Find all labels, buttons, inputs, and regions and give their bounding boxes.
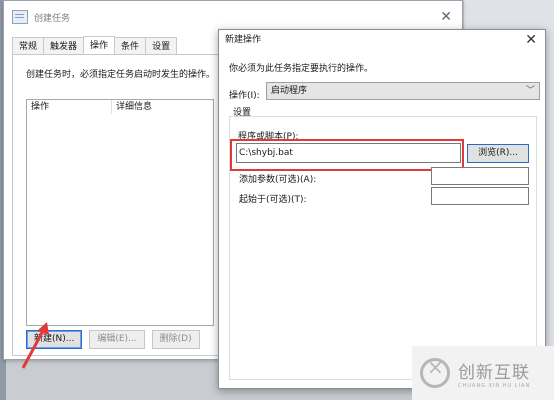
watermark-text: 创新互联 CHUANG XIN HU LIAN: [458, 358, 530, 389]
column-details[interactable]: 详细信息: [112, 100, 152, 114]
actions-list[interactable]: 操作 详细信息: [26, 99, 214, 326]
start-in-label: 起始于(可选)(T):: [239, 195, 307, 205]
arguments-input[interactable]: [431, 167, 529, 185]
operation-select-value: 启动程序: [271, 86, 308, 96]
close-icon[interactable]: ✕: [440, 9, 452, 25]
red-arrow-annotation: [21, 322, 49, 369]
dialog-description: 你必须为此任务指定要执行的操作。: [229, 64, 374, 74]
actions-description: 创建任务时，必须指定任务启动时发生的操作。: [26, 70, 216, 80]
edit-action-button[interactable]: 编辑(E)...: [89, 330, 145, 349]
program-script-input[interactable]: C:\shybj.bat: [236, 143, 461, 163]
dialog-close-icon[interactable]: ✕: [525, 32, 537, 48]
start-in-input[interactable]: [431, 187, 529, 205]
tab-conditions[interactable]: 条件: [114, 37, 147, 55]
operation-label: 操作(I):: [229, 91, 260, 101]
tab-strip: 常规 触发器 操作 条件 设置: [12, 36, 178, 56]
operation-select[interactable]: 启动程序 ﹀: [266, 82, 540, 100]
watermark-en: CHUANG XIN HU LIAN: [458, 382, 531, 389]
actions-list-header: 操作 详细信息: [27, 100, 213, 114]
tab-general[interactable]: 常规: [12, 37, 45, 55]
actions-panel: 创建任务时，必须指定任务启动时发生的操作。 操作 详细信息 新建(N)... 编…: [12, 54, 219, 356]
watermark: 创新互联 CHUANG XIN HU LIAN: [412, 346, 554, 400]
arguments-label: 添加参数(可选)(A):: [239, 175, 317, 185]
new-action-dialog: 新建操作 ✕ 你必须为此任务指定要执行的操作。 操作(I): 启动程序 ﹀ 设置…: [218, 29, 546, 389]
create-task-title: 创建任务: [34, 13, 71, 24]
watermark-logo-icon: [420, 355, 450, 388]
dialog-titlebar: 新建操作: [225, 35, 262, 45]
column-action[interactable]: 操作: [27, 100, 112, 114]
actions-button-row: 新建(N)... 编辑(E)... 删除(D): [26, 330, 200, 349]
tab-settings[interactable]: 设置: [145, 37, 178, 55]
chevron-down-icon: ﹀: [525, 86, 535, 96]
delete-action-button[interactable]: 删除(D): [151, 330, 200, 349]
browse-button[interactable]: 浏览(R)...: [467, 144, 529, 163]
tab-actions[interactable]: 操作: [83, 36, 116, 56]
watermark-cn: 创新互联: [458, 362, 530, 383]
task-scheduler-icon: [12, 10, 28, 24]
tab-triggers[interactable]: 触发器: [43, 37, 85, 55]
